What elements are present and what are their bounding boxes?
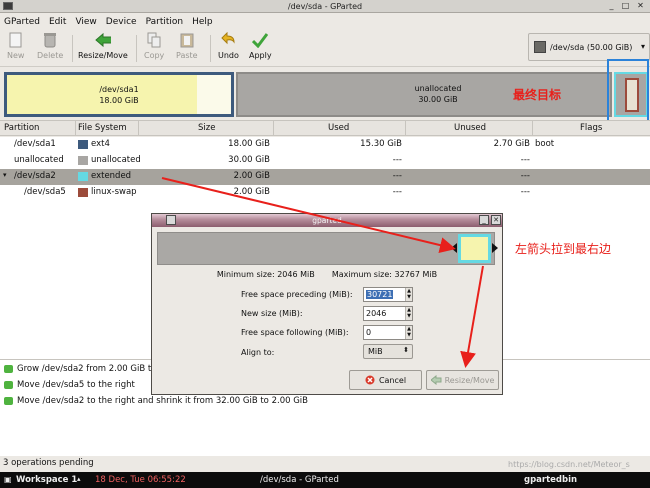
red-arrow-icon	[460, 265, 484, 368]
red-arrow-icon	[161, 177, 456, 253]
annotation-drag-label: 左箭头拉到最右边	[515, 242, 612, 256]
